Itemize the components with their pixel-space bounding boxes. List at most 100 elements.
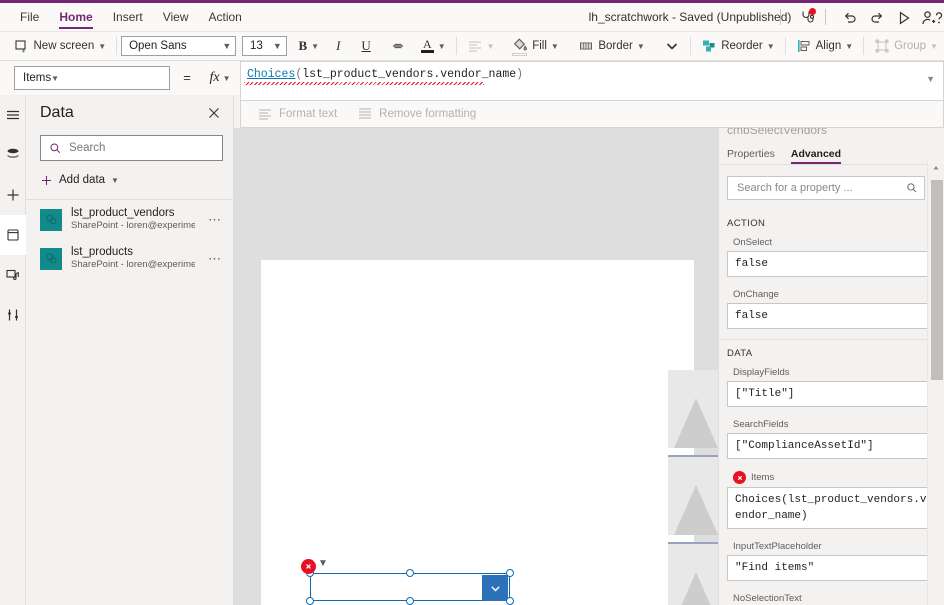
add-data-button[interactable]: Add data ▼ bbox=[40, 169, 233, 191]
gallery-item[interactable] bbox=[668, 370, 718, 457]
formula-argument: lst_product_vendors.vendor_name bbox=[302, 68, 517, 81]
more-options-icon[interactable]: ⋯ bbox=[204, 212, 225, 228]
help-icon[interactable] bbox=[925, 3, 944, 32]
menu-item-action[interactable]: Action bbox=[199, 3, 252, 32]
combobox-chevron-icon[interactable] bbox=[482, 575, 508, 601]
data-search-input[interactable]: Search bbox=[40, 135, 223, 161]
control-context-chevron-icon[interactable]: ▼ bbox=[318, 558, 328, 569]
app-screen[interactable]: ▼ bbox=[261, 260, 718, 605]
ribbon-toolbar: New screen ▼ Open Sans ▼ 13 ▼ B ▼ I U A … bbox=[0, 32, 944, 61]
close-icon[interactable] bbox=[205, 104, 223, 122]
tree-view-icon[interactable] bbox=[0, 135, 26, 175]
italic-label: I bbox=[336, 38, 341, 53]
property-label-items-row: Items bbox=[719, 469, 944, 487]
underline-button[interactable]: U bbox=[351, 35, 380, 57]
chevron-down-icon: ▼ bbox=[550, 41, 559, 51]
remove-formatting-button[interactable]: Remove formatting bbox=[357, 106, 476, 122]
app-canvas[interactable]: ▼ bbox=[234, 128, 718, 605]
combobox-select-vendors[interactable]: ▼ bbox=[301, 558, 514, 605]
control-error-badge[interactable] bbox=[301, 559, 316, 574]
ribbon-divider-5 bbox=[863, 37, 865, 55]
gallery-item[interactable] bbox=[668, 457, 718, 544]
border-label: Border bbox=[598, 40, 633, 52]
chevron-down-icon: ▼ bbox=[222, 41, 232, 51]
menu-item-view[interactable]: View bbox=[153, 3, 199, 32]
property-error-icon[interactable] bbox=[733, 471, 746, 484]
data-source-row-products[interactable]: lst_products SharePoint - loren@experime… bbox=[26, 239, 233, 278]
formula-expand-chevron-icon[interactable]: ▼ bbox=[926, 74, 935, 84]
left-rail bbox=[0, 95, 26, 605]
properties-scrollbar[interactable] bbox=[927, 160, 944, 605]
font-family-select[interactable]: Open Sans ▼ bbox=[121, 36, 237, 56]
reorder-button[interactable]: Reorder ▼ bbox=[695, 35, 780, 57]
variables-icon[interactable] bbox=[0, 295, 26, 335]
more-options-icon[interactable]: ⋯ bbox=[204, 251, 225, 267]
preview-play-icon[interactable] bbox=[890, 3, 918, 32]
align-label: Align bbox=[815, 40, 842, 52]
properties-panel-tabs: Properties Advanced bbox=[719, 141, 944, 165]
font-size-select[interactable]: 13 ▼ bbox=[241, 36, 287, 56]
redo-icon[interactable] bbox=[863, 3, 891, 32]
media-icon[interactable] bbox=[0, 255, 26, 295]
chevron-down-icon: ▼ bbox=[51, 73, 60, 83]
align-button[interactable]: Align ▼ bbox=[790, 35, 860, 57]
gallery-image-placeholder bbox=[668, 544, 718, 605]
font-color-button[interactable]: A ▼ bbox=[415, 35, 452, 57]
property-select-value: Items bbox=[23, 72, 52, 84]
gallery-image-placeholder bbox=[668, 370, 718, 448]
resize-handle-bc[interactable] bbox=[406, 597, 414, 605]
property-value-displayfields[interactable]: ["Title"] bbox=[727, 381, 937, 407]
menu-item-home[interactable]: Home bbox=[49, 3, 102, 32]
gallery-item[interactable] bbox=[668, 544, 718, 605]
fx-button[interactable]: fx ▼ bbox=[200, 66, 240, 90]
data-search-placeholder: Search bbox=[69, 142, 106, 154]
format-text-button[interactable]: Format text bbox=[257, 106, 337, 122]
strikethrough-icon[interactable] bbox=[381, 35, 415, 57]
property-value-onchange[interactable]: false bbox=[727, 303, 937, 329]
menu-item-insert[interactable]: Insert bbox=[103, 3, 153, 32]
menu-item-file[interactable]: File bbox=[10, 3, 49, 32]
app-title: lh_scratchwork - Saved (Unpublished) bbox=[588, 10, 792, 24]
chevron-down-icon: ▼ bbox=[111, 175, 119, 185]
tab-advanced[interactable]: Advanced bbox=[790, 148, 842, 164]
hamburger-menu-icon[interactable] bbox=[0, 95, 26, 135]
formula-editor[interactable]: Choices(lst_product_vendors.vendor_name)… bbox=[240, 61, 944, 101]
italic-button[interactable]: I bbox=[325, 35, 351, 57]
scroll-up-arrow-icon[interactable] bbox=[928, 160, 944, 176]
group-button[interactable]: Group ▼ bbox=[868, 35, 944, 57]
insert-plus-icon[interactable] bbox=[0, 175, 26, 215]
property-value-onselect[interactable]: false bbox=[727, 251, 937, 277]
data-source-row-vendors[interactable]: lst_product_vendors SharePoint - loren@e… bbox=[26, 200, 233, 239]
fill-button[interactable]: Fill ▼ bbox=[506, 35, 565, 57]
new-screen-label: New screen bbox=[33, 40, 95, 52]
border-button[interactable]: Border ▼ bbox=[572, 35, 650, 57]
undo-icon[interactable] bbox=[836, 3, 864, 32]
formula-error-underline bbox=[244, 82, 484, 85]
property-search-input[interactable]: Search for a property ... bbox=[727, 176, 925, 200]
bold-button[interactable]: B ▼ bbox=[292, 35, 325, 57]
ribbon-expand-button[interactable] bbox=[658, 35, 686, 57]
property-label-onselect: OnSelect bbox=[733, 237, 773, 248]
resize-handle-tc[interactable] bbox=[406, 569, 414, 577]
text-align-button[interactable]: ▼ bbox=[461, 35, 501, 57]
new-screen-button[interactable]: New screen ▼ bbox=[8, 35, 113, 57]
chevron-down-icon: ▼ bbox=[272, 41, 282, 51]
property-value-inputtextplaceholder[interactable]: "Find items" bbox=[727, 555, 937, 581]
data-sources-icon[interactable] bbox=[0, 215, 26, 255]
chevron-down-icon: ▼ bbox=[930, 41, 938, 51]
app-checker-icon[interactable] bbox=[793, 3, 821, 32]
chevron-down-icon: ▼ bbox=[311, 41, 320, 51]
chevron-down-icon: ▼ bbox=[222, 73, 231, 83]
ribbon-divider-2 bbox=[455, 37, 457, 55]
resize-handle-tr[interactable] bbox=[506, 569, 514, 577]
resize-handle-br[interactable] bbox=[506, 597, 514, 605]
powerapps-studio: File Home Insert View Action lh_scratchw… bbox=[0, 0, 944, 605]
property-value-items[interactable]: Choices(lst_product_vendors.vendor_name) bbox=[727, 487, 937, 529]
data-panel-header: Data bbox=[26, 95, 233, 131]
property-value-searchfields[interactable]: ["ComplianceAssetId"] bbox=[727, 433, 937, 459]
property-select[interactable]: Items ▼ bbox=[14, 66, 170, 90]
scrollbar-thumb[interactable] bbox=[931, 180, 943, 380]
chevron-down-icon: ▼ bbox=[766, 41, 775, 51]
resize-handle-bl[interactable] bbox=[306, 597, 314, 605]
tab-properties[interactable]: Properties bbox=[727, 148, 775, 164]
